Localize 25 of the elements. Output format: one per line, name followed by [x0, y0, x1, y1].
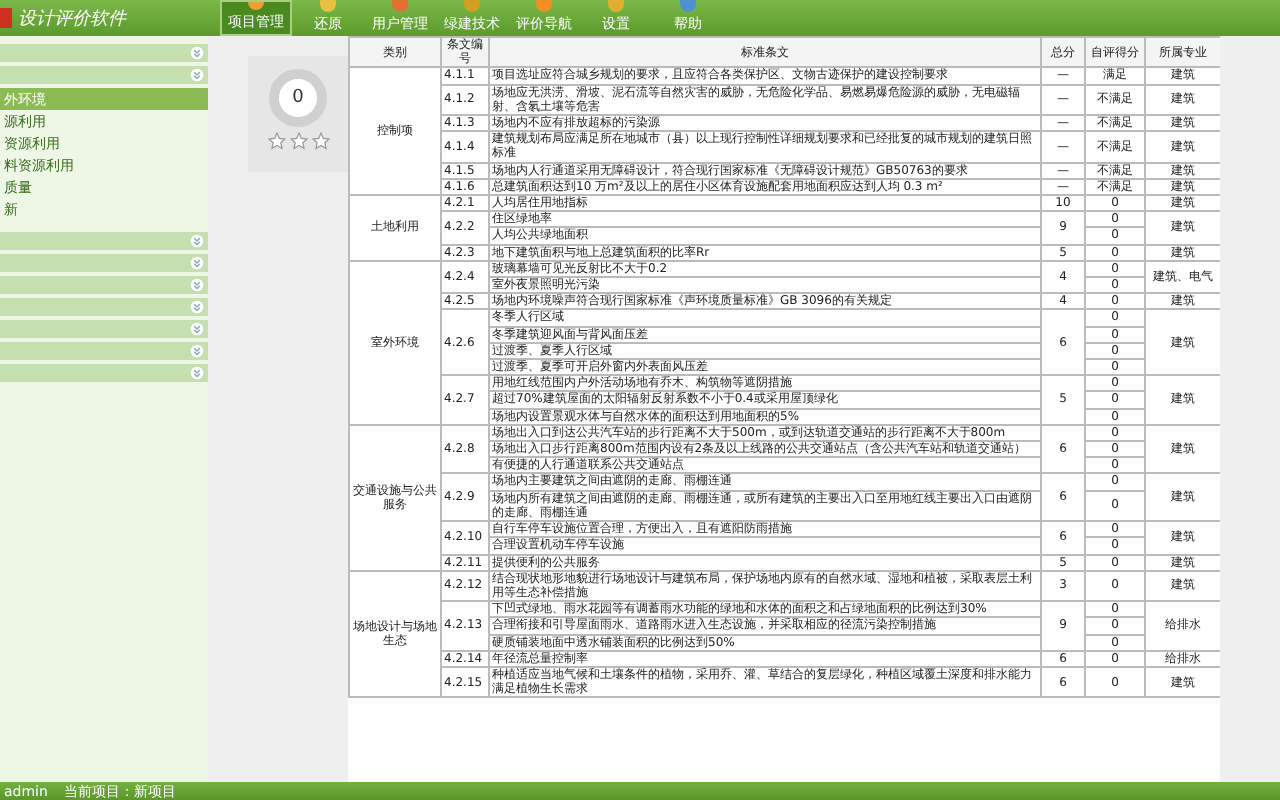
app-title: 设计评价软件: [18, 7, 126, 31]
star-icon: [289, 132, 307, 150]
collapse-icon[interactable]: [190, 68, 204, 82]
collapse-icon[interactable]: [190, 322, 204, 336]
collapse-icon[interactable]: [190, 256, 204, 270]
sidebar-group-header[interactable]: [0, 254, 208, 272]
sidebar-group-header[interactable]: [0, 342, 208, 360]
collapse-icon[interactable]: [190, 234, 204, 248]
score-value: 0: [292, 88, 304, 108]
collapse-icon[interactable]: [190, 366, 204, 380]
logo-icon: [0, 8, 12, 28]
collapse-icon[interactable]: [190, 46, 204, 60]
sidebar-group-header[interactable]: [0, 66, 208, 84]
star-icon: [311, 132, 329, 150]
sidebar-group-header[interactable]: [0, 232, 208, 250]
sidebar-group-header[interactable]: [0, 364, 208, 382]
sidebar-group-header[interactable]: [0, 298, 208, 316]
collapse-icon[interactable]: [190, 344, 204, 358]
star-icon: [267, 132, 285, 150]
sidebar-group-header[interactable]: [0, 44, 208, 62]
collapse-icon[interactable]: [190, 300, 204, 314]
sidebar-group-header[interactable]: [0, 320, 208, 338]
score-ring: [268, 68, 328, 128]
sidebar-group-header[interactable]: [0, 276, 208, 294]
collapse-icon[interactable]: [190, 278, 204, 292]
